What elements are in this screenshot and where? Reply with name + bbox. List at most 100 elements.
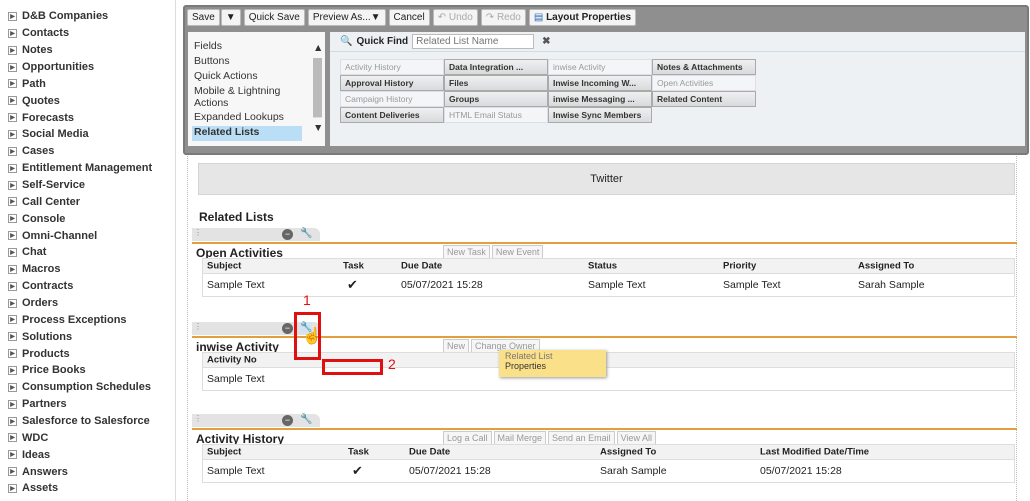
expand-icon[interactable]: ▶	[8, 382, 17, 392]
quick-save-button[interactable]: Quick Save	[243, 9, 305, 26]
send-email-button[interactable]: Send an Email	[548, 431, 615, 445]
sidebar-item[interactable]: ▶ WDC	[0, 429, 175, 446]
category-related-lists[interactable]: Related Lists	[192, 126, 302, 141]
sidebar-item[interactable]: ▶ Orders	[0, 295, 175, 312]
expand-icon[interactable]: ▶	[8, 247, 17, 257]
related-list-chip[interactable]: Inwise Incoming W...	[548, 75, 652, 91]
sidebar-item[interactable]: ▶ Contracts	[0, 278, 175, 295]
sidebar-item[interactable]: ▶ Consumption Schedules	[0, 379, 175, 396]
preview-as-button[interactable]: Preview As...▼	[307, 9, 386, 26]
sidebar-item[interactable]: ▶ Contacts	[0, 25, 175, 42]
cancel-button[interactable]: Cancel	[388, 9, 430, 26]
sidebar-item[interactable]: ▶ Forecasts	[0, 109, 175, 126]
related-list-chip[interactable]: Open Activities	[652, 75, 756, 91]
sidebar-item[interactable]: ▶ Macros	[0, 261, 175, 278]
remove-icon[interactable]: −	[282, 323, 293, 334]
category-mobile-actions[interactable]: Mobile & Lightning Actions	[192, 85, 302, 111]
related-list-chip[interactable]: inwise Messaging ...	[548, 91, 652, 107]
menu-item-properties[interactable]: Properties	[505, 361, 600, 371]
sidebar-item[interactable]: ▶ Opportunities	[0, 59, 175, 76]
view-all-button[interactable]: View All	[616, 431, 656, 445]
expand-icon[interactable]: ▶	[8, 315, 17, 325]
related-list-chip[interactable]: Content Deliveries	[340, 107, 444, 123]
wrench-icon[interactable]: 🔧	[300, 414, 312, 425]
expand-icon[interactable]: ▶	[8, 11, 17, 21]
related-list-chip[interactable]: Data Integration ...	[444, 59, 548, 75]
new-event-button[interactable]: New Event	[491, 245, 544, 259]
remove-icon[interactable]: −	[282, 229, 293, 240]
sidebar-item[interactable]: ▶ Self-Service	[0, 177, 175, 194]
sidebar-item[interactable]: ▶ Omni-Channel	[0, 227, 175, 244]
related-list-chip[interactable]: Files	[444, 75, 548, 91]
remove-icon[interactable]: −	[282, 415, 293, 426]
expand-icon[interactable]: ▶	[8, 163, 17, 173]
expand-icon[interactable]: ▶	[8, 214, 17, 224]
save-button[interactable]: Save	[187, 9, 220, 26]
sidebar-item[interactable]: ▶ Console	[0, 210, 175, 227]
twitter-section[interactable]: Twitter	[198, 163, 1015, 195]
sidebar-item[interactable]: ▶ Cases	[0, 143, 175, 160]
mail-merge-button[interactable]: Mail Merge	[493, 431, 547, 445]
quick-find-input[interactable]	[412, 34, 535, 49]
related-list-chip[interactable]: Groups	[444, 91, 548, 107]
expand-icon[interactable]: ▶	[8, 129, 17, 139]
sidebar-item[interactable]: ▶ Assets	[0, 480, 175, 497]
related-list-chip[interactable]: Related Content	[652, 91, 756, 107]
expand-icon[interactable]: ▶	[8, 450, 17, 460]
related-list-chip[interactable]: Notes & Attachments	[652, 59, 756, 75]
expand-icon[interactable]: ▶	[8, 416, 17, 426]
expand-icon[interactable]: ▶	[8, 298, 17, 308]
related-list-chip[interactable]: Approval History	[340, 75, 444, 91]
sidebar-item[interactable]: ▶ Products	[0, 345, 175, 362]
expand-icon[interactable]: ▶	[8, 483, 17, 493]
sidebar-item[interactable]: ▶ Process Exceptions	[0, 311, 175, 328]
sidebar-item[interactable]: ▶ Notes	[0, 42, 175, 59]
sidebar-item[interactable]: ▶ Chat	[0, 244, 175, 261]
expand-icon[interactable]: ▶	[8, 96, 17, 106]
sidebar-item[interactable]: ▶ Entitlement Management	[0, 160, 175, 177]
redo-button[interactable]: ↷ Redo	[480, 9, 526, 26]
expand-icon[interactable]: ▶	[8, 399, 17, 409]
wrench-icon[interactable]: 🔧	[300, 228, 312, 239]
sidebar-item[interactable]: ▶ Call Center	[0, 193, 175, 210]
section-handle[interactable]: ⋮ − 🔧	[192, 228, 320, 241]
expand-icon[interactable]: ▶	[8, 281, 17, 291]
related-list-chip[interactable]: Campaign History	[340, 91, 444, 107]
expand-icon[interactable]: ▶	[8, 264, 17, 274]
category-expanded-lookups[interactable]: Expanded Lookups	[192, 111, 325, 126]
expand-icon[interactable]: ▶	[8, 365, 17, 375]
menu-item-related-list[interactable]: Related List	[505, 351, 600, 361]
category-scrollbar[interactable]: ▲ ▼	[311, 42, 323, 134]
related-list-chip[interactable]: inwise Activity	[548, 59, 652, 75]
expand-icon[interactable]: ▶	[8, 197, 17, 207]
undo-button[interactable]: ↶ Undo	[432, 9, 478, 26]
new-task-button[interactable]: New Task	[443, 245, 490, 259]
sidebar-item[interactable]: ▶ Answers	[0, 463, 175, 480]
expand-icon[interactable]: ▶	[8, 146, 17, 156]
save-menu-button[interactable]: ▼	[220, 9, 241, 26]
sidebar-item[interactable]: ▶ D&B Companies	[0, 8, 175, 25]
log-call-button[interactable]: Log a Call	[443, 431, 492, 445]
sidebar-item[interactable]: ▶ Path	[0, 75, 175, 92]
related-list-chip[interactable]: Inwise Sync Members	[548, 107, 652, 123]
expand-icon[interactable]: ▶	[8, 433, 17, 443]
expand-icon[interactable]: ▶	[8, 349, 17, 359]
expand-icon[interactable]: ▶	[8, 113, 17, 123]
expand-icon[interactable]: ▶	[8, 467, 17, 477]
sidebar-item[interactable]: ▶ Solutions	[0, 328, 175, 345]
category-buttons[interactable]: Buttons	[192, 55, 325, 70]
category-quick-actions[interactable]: Quick Actions	[192, 70, 325, 85]
clear-icon[interactable]: ✖	[542, 36, 550, 47]
expand-icon[interactable]: ▶	[8, 180, 17, 190]
related-list-chip[interactable]: Activity History	[340, 59, 444, 75]
expand-icon[interactable]: ▶	[8, 231, 17, 241]
related-list-chip[interactable]: HTML Email Status	[444, 107, 548, 123]
sidebar-item[interactable]: ▶ Partners	[0, 396, 175, 413]
sidebar-item[interactable]: ▶ Ideas	[0, 446, 175, 463]
sidebar-item[interactable]: ▶ Quotes	[0, 92, 175, 109]
expand-icon[interactable]: ▶	[8, 62, 17, 72]
sidebar-item[interactable]: ▶ Salesforce to Salesforce	[0, 413, 175, 430]
expand-icon[interactable]: ▶	[8, 45, 17, 55]
layout-properties-button[interactable]: ▤ Layout Properties	[528, 9, 637, 26]
new-button[interactable]: New	[443, 339, 470, 353]
